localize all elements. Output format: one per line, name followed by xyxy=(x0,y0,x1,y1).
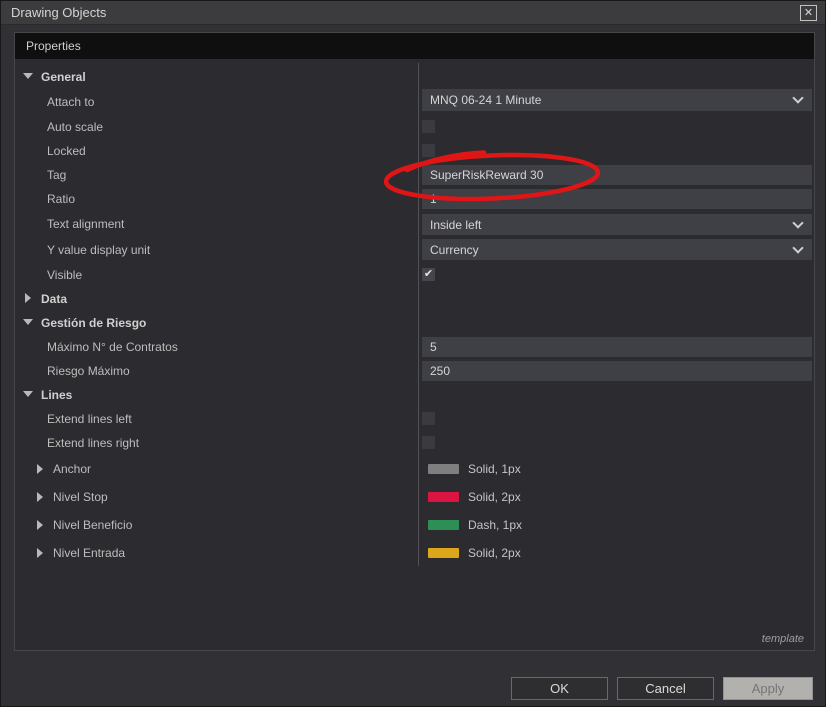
extend-lines-left-checkbox[interactable] xyxy=(422,412,435,425)
label-y-value-display-unit: Y value display unit xyxy=(47,243,151,257)
y-value-display-unit-value: Currency xyxy=(430,242,479,257)
window-title: Drawing Objects xyxy=(11,5,107,20)
anchor-line-swatch[interactable] xyxy=(428,464,459,474)
group-general[interactable]: General xyxy=(41,70,86,84)
ratio-input[interactable]: 1 xyxy=(422,189,812,209)
chevron-down-icon xyxy=(792,216,804,229)
label-anchor: Anchor xyxy=(53,462,92,476)
triangle-right-icon[interactable] xyxy=(25,293,31,303)
text-alignment-dropdown[interactable]: Inside left xyxy=(422,214,812,235)
triangle-down-icon[interactable] xyxy=(23,319,33,325)
nivel-entrada-line-style: Solid, 2px xyxy=(468,546,521,560)
triangle-right-icon[interactable] xyxy=(37,548,43,558)
label-nivel-stop: Nivel Stop xyxy=(53,490,108,504)
label-visible: Visible xyxy=(47,268,83,282)
triangle-right-icon[interactable] xyxy=(37,464,43,474)
nivel-beneficio-line-style: Dash, 1px xyxy=(468,518,523,532)
anchor-line-style: Solid, 1px xyxy=(468,462,521,476)
riesgo-maximo-input[interactable]: 250 xyxy=(422,361,812,381)
visible-checkbox[interactable]: ✔ xyxy=(422,268,435,281)
label-nivel-beneficio: Nivel Beneficio xyxy=(53,518,133,532)
drawing-objects-dialog: Drawing Objects ✕ Properties template Ge… xyxy=(0,0,826,707)
triangle-down-icon[interactable] xyxy=(23,391,33,397)
tag-input[interactable]: SuperRiskReward 30 xyxy=(422,165,812,185)
check-icon: ✔ xyxy=(423,268,434,280)
label-attach-to: Attach to xyxy=(47,95,95,109)
label-extend-lines-right: Extend lines right xyxy=(47,436,140,450)
grid-splitter xyxy=(418,63,419,566)
group-data[interactable]: Data xyxy=(41,292,67,306)
nivel-stop-line-swatch[interactable] xyxy=(428,492,459,502)
group-lines[interactable]: Lines xyxy=(41,388,72,402)
group-gestion-de-riesgo[interactable]: Gestión de Riesgo xyxy=(41,316,146,330)
label-locked: Locked xyxy=(47,144,86,158)
locked-checkbox[interactable] xyxy=(422,144,435,157)
label-nivel-entrada: Nivel Entrada xyxy=(53,546,126,560)
label-ratio: Ratio xyxy=(47,192,76,206)
y-value-display-unit-dropdown[interactable]: Currency xyxy=(422,239,812,260)
nivel-stop-line-style: Solid, 2px xyxy=(468,490,521,504)
auto-scale-checkbox[interactable] xyxy=(422,120,435,133)
label-text-alignment: Text alignment xyxy=(47,217,125,231)
text-alignment-value: Inside left xyxy=(430,217,482,232)
chevron-down-icon xyxy=(792,92,804,104)
apply-button[interactable]: Apply xyxy=(723,677,813,700)
nivel-entrada-line-swatch[interactable] xyxy=(428,548,459,558)
nivel-beneficio-line-swatch[interactable] xyxy=(428,520,459,530)
label-extend-lines-left: Extend lines left xyxy=(47,412,132,426)
maximo-contratos-input[interactable]: 5 xyxy=(422,337,812,357)
ok-button[interactable]: OK xyxy=(511,677,608,700)
label-tag: Tag xyxy=(47,168,67,182)
label-auto-scale: Auto scale xyxy=(47,120,104,134)
label-riesgo-maximo: Riesgo Máximo xyxy=(47,364,130,378)
close-icon[interactable]: ✕ xyxy=(800,4,817,21)
cancel-button[interactable]: Cancel xyxy=(617,677,714,700)
label-maximo-contratos: Máximo N° de Contratos xyxy=(47,340,178,354)
chevron-down-icon xyxy=(792,241,804,254)
attach-to-dropdown[interactable]: MNQ 06-24 1 Minute xyxy=(422,89,812,111)
attach-to-value: MNQ 06-24 1 Minute xyxy=(430,93,542,107)
triangle-right-icon[interactable] xyxy=(37,520,43,530)
triangle-right-icon[interactable] xyxy=(37,492,43,502)
extend-lines-right-checkbox[interactable] xyxy=(422,436,435,449)
properties-header: Properties xyxy=(15,33,814,59)
triangle-down-icon[interactable] xyxy=(23,73,33,79)
template-note: template xyxy=(761,633,804,645)
title-bar: Drawing Objects ✕ xyxy=(1,1,825,25)
